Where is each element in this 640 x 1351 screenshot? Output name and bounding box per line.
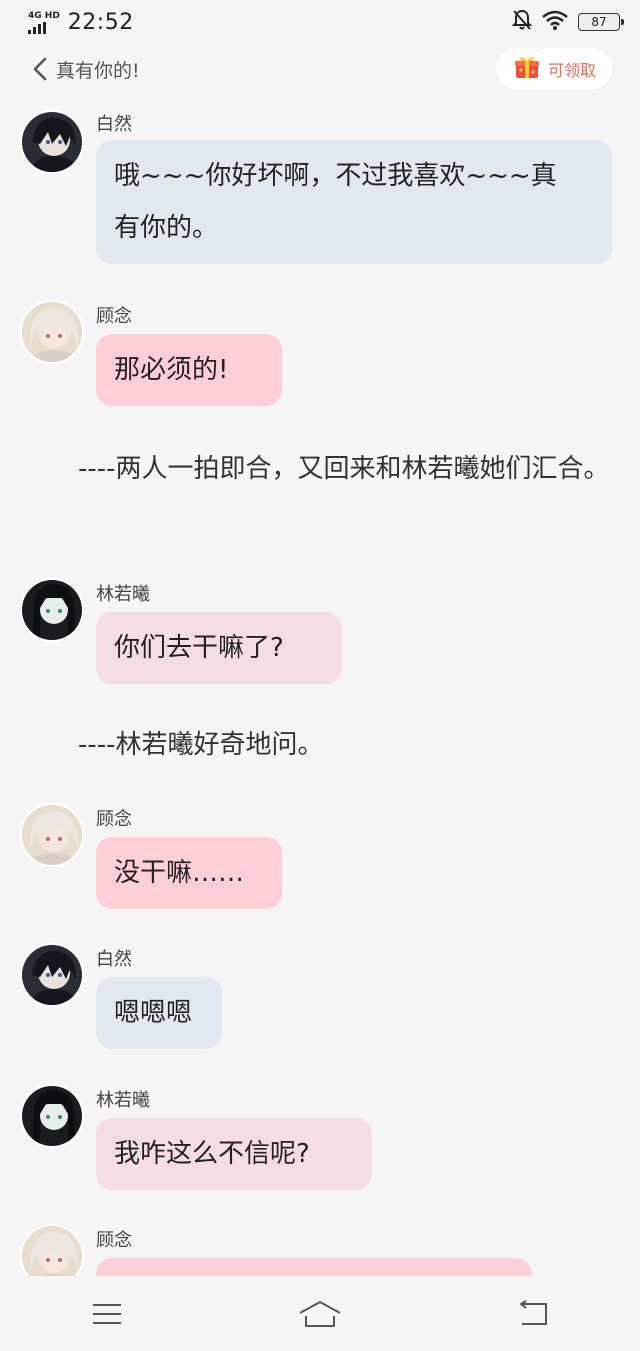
avatar-linruoxi[interactable] — [20, 578, 84, 642]
mute-bell-icon — [511, 9, 533, 35]
narration-text: ----两人一拍即合，又回来和林若曦她们汇合。 — [78, 454, 610, 484]
sender-name: 白然 — [96, 949, 132, 970]
sender-name: 白然 — [96, 114, 132, 135]
status-bar: 4G HD 22:52 87 — [0, 0, 640, 44]
message-text-line: 哦~~~你好坏啊，不过我喜欢~~~真 — [114, 161, 557, 191]
sender-name: 林若曦 — [96, 584, 150, 605]
narration-text: ----林若曦好奇地问。 — [78, 730, 324, 760]
network-type: 4G HD — [28, 10, 60, 21]
message-bubble[interactable]: 我咋这么不信呢? — [96, 1118, 372, 1190]
home-icon[interactable] — [290, 1294, 350, 1334]
avatar-baiyan[interactable] — [20, 110, 84, 174]
claim-reward-button[interactable]: 可领取 — [495, 48, 612, 90]
message-bubble[interactable]: 嗯嗯嗯 — [96, 977, 222, 1049]
chat-header: 真有你的! 可领取 — [0, 46, 640, 92]
message-text: 没干嘛…… — [114, 858, 245, 888]
sender-name: 顾念 — [96, 1230, 132, 1251]
status-time: 22:52 — [67, 9, 134, 35]
sender-name: 顾念 — [96, 809, 132, 830]
message-bubble[interactable] — [96, 1258, 532, 1276]
back-arrow-icon[interactable] — [32, 56, 54, 82]
avatar-baiyan[interactable] — [20, 943, 84, 1007]
message-bubble[interactable]: 哦~~~你好坏啊，不过我喜欢~~~真 有你的。 — [96, 140, 612, 264]
avatar-gunian[interactable] — [20, 300, 84, 364]
message-text: 嗯嗯嗯 — [114, 998, 193, 1028]
back-icon[interactable] — [503, 1294, 563, 1334]
avatar-linruoxi[interactable] — [20, 1084, 84, 1148]
gift-box-icon — [514, 55, 540, 83]
message-bubble[interactable]: 那必须的! — [96, 334, 282, 406]
message-bubble[interactable]: 你们去干嘛了? — [96, 612, 342, 684]
chat-area[interactable]: 白然 哦~~~你好坏啊，不过我喜欢~~~真 有你的。 顾念 那必须的! ----… — [0, 100, 640, 1276]
message-bubble[interactable]: 没干嘛…… — [96, 837, 282, 909]
menu-icon[interactable] — [77, 1294, 137, 1334]
wifi-icon — [542, 10, 568, 34]
avatar-gunian[interactable] — [20, 1224, 84, 1276]
message-text: 我咋这么不信呢? — [114, 1139, 310, 1169]
battery-level: 87 — [591, 15, 607, 29]
cellular-signal-icon: 4G HD — [28, 11, 60, 34]
sender-name: 林若曦 — [96, 1090, 150, 1111]
page-title[interactable]: 真有你的! — [56, 56, 140, 83]
message-text: 你们去干嘛了? — [114, 633, 284, 663]
battery-indicator: 87 — [578, 13, 624, 31]
claim-label: 可领取 — [547, 61, 596, 80]
message-text-line: 有你的。 — [114, 213, 219, 243]
system-nav-bar — [0, 1276, 640, 1351]
sender-name: 顾念 — [96, 306, 132, 327]
message-text: 那必须的! — [114, 355, 229, 385]
avatar-gunian[interactable] — [20, 803, 84, 867]
